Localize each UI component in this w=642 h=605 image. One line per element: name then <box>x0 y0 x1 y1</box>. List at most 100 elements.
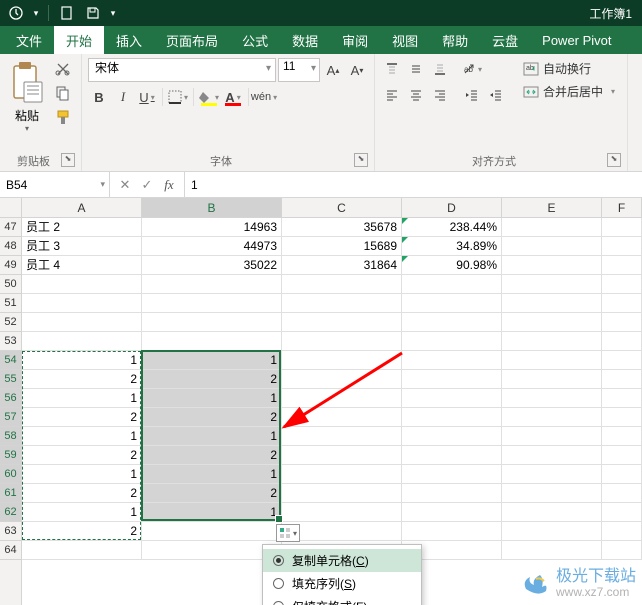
row-header[interactable]: 63 <box>0 522 21 541</box>
cell[interactable]: 2 <box>142 408 282 427</box>
cell[interactable]: 1 <box>22 427 142 446</box>
cell[interactable] <box>142 275 282 294</box>
cell[interactable] <box>602 294 642 313</box>
cell[interactable] <box>402 484 502 503</box>
tab-view[interactable]: 视图 <box>380 26 430 54</box>
cell[interactable] <box>22 332 142 351</box>
cell[interactable] <box>502 522 602 541</box>
column-header[interactable]: E <box>502 198 602 217</box>
cell[interactable] <box>402 275 502 294</box>
cell[interactable] <box>502 237 602 256</box>
cell[interactable]: 2 <box>22 446 142 465</box>
cell[interactable]: 2 <box>22 522 142 541</box>
row-header[interactable]: 64 <box>0 541 21 560</box>
cell[interactable]: 14963 <box>142 218 282 237</box>
cell[interactable] <box>282 522 402 541</box>
cell[interactable] <box>502 541 602 560</box>
format-painter-button[interactable] <box>52 106 74 128</box>
bold-button[interactable]: B <box>88 86 110 108</box>
row-header[interactable]: 56 <box>0 389 21 408</box>
align-top-button[interactable] <box>381 58 403 80</box>
paste-button[interactable]: 粘贴 ▾ <box>6 58 48 133</box>
cell[interactable] <box>402 408 502 427</box>
tab-cloud[interactable]: 云盘 <box>480 26 530 54</box>
tab-insert[interactable]: 插入 <box>104 26 154 54</box>
cell[interactable] <box>402 446 502 465</box>
font-color-button[interactable]: A <box>222 86 244 108</box>
cell[interactable] <box>22 313 142 332</box>
cell[interactable] <box>282 465 402 484</box>
cell[interactable] <box>602 313 642 332</box>
cell[interactable] <box>402 522 502 541</box>
row-header[interactable]: 55 <box>0 370 21 389</box>
cell[interactable] <box>282 370 402 389</box>
cell[interactable] <box>602 256 642 275</box>
cell[interactable] <box>282 446 402 465</box>
cell[interactable] <box>602 446 642 465</box>
cell[interactable]: 31864 <box>282 256 402 275</box>
orientation-button[interactable]: ab <box>461 58 483 80</box>
cell[interactable] <box>602 541 642 560</box>
namebox-dropdown[interactable]: ▾ <box>100 179 105 190</box>
cell[interactable] <box>602 275 642 294</box>
cell[interactable] <box>502 294 602 313</box>
cell[interactable]: 238.44% <box>402 218 502 237</box>
cell[interactable] <box>502 427 602 446</box>
cell[interactable] <box>502 503 602 522</box>
cell[interactable]: 员工 3 <box>22 237 142 256</box>
cell[interactable]: 2 <box>142 484 282 503</box>
tab-layout[interactable]: 页面布局 <box>154 26 230 54</box>
cell[interactable] <box>602 389 642 408</box>
cell[interactable] <box>502 389 602 408</box>
cell[interactable] <box>502 218 602 237</box>
fill-color-button[interactable] <box>198 86 220 108</box>
border-button[interactable] <box>167 86 189 108</box>
cell[interactable] <box>602 351 642 370</box>
name-box[interactable] <box>0 172 109 197</box>
font-launcher[interactable]: ⬊ <box>354 153 368 167</box>
cell[interactable] <box>602 408 642 427</box>
cell[interactable] <box>602 237 642 256</box>
cell[interactable] <box>502 484 602 503</box>
font-name-select[interactable]: 宋体 <box>88 58 276 82</box>
cell[interactable]: 1 <box>142 465 282 484</box>
cell[interactable] <box>602 522 642 541</box>
cell[interactable]: 44973 <box>142 237 282 256</box>
cell[interactable] <box>282 408 402 427</box>
merge-center-button[interactable]: 合并后居中▾ <box>517 81 621 102</box>
phonetic-button[interactable]: wén <box>253 86 275 108</box>
cell[interactable]: 35022 <box>142 256 282 275</box>
cell[interactable]: 2 <box>142 370 282 389</box>
cell[interactable] <box>602 503 642 522</box>
cell[interactable] <box>402 427 502 446</box>
cell[interactable] <box>502 256 602 275</box>
cell[interactable] <box>142 294 282 313</box>
cell[interactable] <box>602 465 642 484</box>
align-right-button[interactable] <box>429 84 451 106</box>
cell[interactable] <box>402 313 502 332</box>
cell[interactable] <box>402 389 502 408</box>
increase-indent-button[interactable] <box>485 84 507 106</box>
cell[interactable] <box>602 484 642 503</box>
tab-formula[interactable]: 公式 <box>230 26 280 54</box>
cell[interactable]: 员工 2 <box>22 218 142 237</box>
italic-button[interactable]: I <box>112 86 134 108</box>
column-header[interactable]: A <box>22 198 142 217</box>
cell[interactable] <box>282 294 402 313</box>
row-header[interactable]: 59 <box>0 446 21 465</box>
tab-review[interactable]: 审阅 <box>330 26 380 54</box>
cell[interactable] <box>282 275 402 294</box>
cell[interactable] <box>282 427 402 446</box>
cell[interactable] <box>502 351 602 370</box>
cell[interactable]: 2 <box>22 370 142 389</box>
cell[interactable] <box>602 218 642 237</box>
decrease-indent-button[interactable] <box>461 84 483 106</box>
cell[interactable]: 2 <box>142 446 282 465</box>
formula-input[interactable] <box>185 172 642 197</box>
cell[interactable] <box>402 332 502 351</box>
row-header[interactable]: 49 <box>0 256 21 275</box>
cell[interactable]: 1 <box>22 503 142 522</box>
decrease-font-button[interactable]: A▾ <box>346 59 368 81</box>
qat-more-icon[interactable]: ▾ <box>107 2 119 24</box>
cell[interactable]: 员工 4 <box>22 256 142 275</box>
